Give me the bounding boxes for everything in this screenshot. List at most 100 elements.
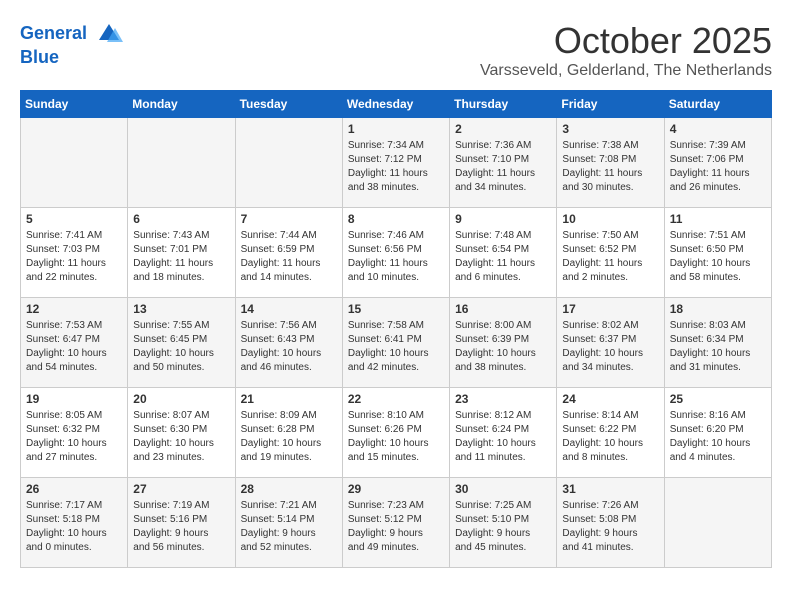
calendar-cell: 24 Sunrise: 8:14 AM Sunset: 6:22 PM Dayli… — [557, 388, 664, 478]
day-info: Sunrise: 7:25 AM Sunset: 5:10 PM Dayligh… — [455, 499, 551, 555]
day-number: 18 — [670, 302, 766, 316]
month-title: October 2025 — [480, 20, 772, 62]
day-info: Sunrise: 8:16 AM Sunset: 6:20 PM Dayligh… — [670, 409, 766, 465]
day-number: 26 — [26, 482, 122, 496]
day-info: Sunrise: 7:55 AM Sunset: 6:45 PM Dayligh… — [133, 319, 229, 375]
calendar-cell: 20Sunrise: 8:07 AM Sunset: 6:30 PM Dayli… — [128, 388, 235, 478]
day-number: 3 — [562, 122, 658, 136]
day-number: 27 — [133, 482, 229, 496]
calendar-cell — [21, 118, 128, 208]
day-info: Sunrise: 7:41 AM Sunset: 7:03 PM Dayligh… — [26, 229, 122, 285]
day-info: Sunrise: 7:23 AM Sunset: 5:12 PM Dayligh… — [348, 499, 444, 555]
calendar-cell: 6 Sunrise: 7:43 AM Sunset: 7:01 PM Daylig… — [128, 208, 235, 298]
location-subtitle: Varsseveld, Gelderland, The Netherlands — [480, 62, 772, 80]
calendar-cell: 27 Sunrise: 7:19 AM Sunset: 5:16 PM Dayli… — [128, 478, 235, 568]
calendar-week-row: 12Sunrise: 7:53 AM Sunset: 6:47 PM Dayli… — [21, 298, 772, 388]
day-info: Sunrise: 7:50 AM Sunset: 6:52 PM Dayligh… — [562, 229, 658, 285]
calendar-cell: 1 Sunrise: 7:34 AM Sunset: 7:12 PM Daylig… — [342, 118, 449, 208]
calendar-cell: 26 Sunrise: 7:17 AM Sunset: 5:18 PM Dayli… — [21, 478, 128, 568]
day-number: 24 — [562, 392, 658, 406]
title-block: October 2025 Varsseveld, Gelderland, The… — [480, 20, 772, 80]
logo: General Blue — [20, 20, 123, 68]
calendar-cell: 16Sunrise: 8:00 AM Sunset: 6:39 PM Dayli… — [450, 298, 557, 388]
calendar-cell: 10 Sunrise: 7:50 AM Sunset: 6:52 PM Dayli… — [557, 208, 664, 298]
day-info: Sunrise: 7:17 AM Sunset: 5:18 PM Dayligh… — [26, 499, 122, 555]
header-saturday: Saturday — [664, 91, 771, 118]
calendar-cell: 28 Sunrise: 7:21 AM Sunset: 5:14 PM Dayli… — [235, 478, 342, 568]
day-info: Sunrise: 7:58 AM Sunset: 6:41 PM Dayligh… — [348, 319, 444, 375]
day-number: 31 — [562, 482, 658, 496]
day-number: 1 — [348, 122, 444, 136]
day-info: Sunrise: 7:46 AM Sunset: 6:56 PM Dayligh… — [348, 229, 444, 285]
calendar-cell: 14 Sunrise: 7:56 AM Sunset: 6:43 PM Dayli… — [235, 298, 342, 388]
day-number: 23 — [455, 392, 551, 406]
day-info: Sunrise: 7:26 AM Sunset: 5:08 PM Dayligh… — [562, 499, 658, 555]
day-number: 19 — [26, 392, 122, 406]
day-info: Sunrise: 8:14 AM Sunset: 6:22 PM Dayligh… — [562, 409, 658, 465]
day-number: 20 — [133, 392, 229, 406]
calendar-cell — [664, 478, 771, 568]
day-info: Sunrise: 8:12 AM Sunset: 6:24 PM Dayligh… — [455, 409, 551, 465]
day-number: 13 — [133, 302, 229, 316]
calendar-header-row: SundayMondayTuesdayWednesdayThursdayFrid… — [21, 91, 772, 118]
header-sunday: Sunday — [21, 91, 128, 118]
logo-blue: Blue — [20, 48, 123, 68]
calendar-cell — [128, 118, 235, 208]
calendar-cell: 2 Sunrise: 7:36 AM Sunset: 7:10 PM Daylig… — [450, 118, 557, 208]
calendar-cell: 8 Sunrise: 7:46 AM Sunset: 6:56 PM Daylig… — [342, 208, 449, 298]
calendar-cell: 5Sunrise: 7:41 AM Sunset: 7:03 PM Daylig… — [21, 208, 128, 298]
calendar-cell: 3 Sunrise: 7:38 AM Sunset: 7:08 PM Daylig… — [557, 118, 664, 208]
day-info: Sunrise: 7:43 AM Sunset: 7:01 PM Dayligh… — [133, 229, 229, 285]
day-number: 25 — [670, 392, 766, 406]
day-info: Sunrise: 7:48 AM Sunset: 6:54 PM Dayligh… — [455, 229, 551, 285]
day-info: Sunrise: 7:19 AM Sunset: 5:16 PM Dayligh… — [133, 499, 229, 555]
header-tuesday: Tuesday — [235, 91, 342, 118]
day-info: Sunrise: 8:05 AM Sunset: 6:32 PM Dayligh… — [26, 409, 122, 465]
day-info: Sunrise: 8:10 AM Sunset: 6:26 PM Dayligh… — [348, 409, 444, 465]
calendar-cell: 12Sunrise: 7:53 AM Sunset: 6:47 PM Dayli… — [21, 298, 128, 388]
day-number: 28 — [241, 482, 337, 496]
day-number: 30 — [455, 482, 551, 496]
calendar-cell: 23 Sunrise: 8:12 AM Sunset: 6:24 PM Dayli… — [450, 388, 557, 478]
calendar-week-row: 19 Sunrise: 8:05 AM Sunset: 6:32 PM Dayli… — [21, 388, 772, 478]
day-info: Sunrise: 8:03 AM Sunset: 6:34 PM Dayligh… — [670, 319, 766, 375]
day-number: 10 — [562, 212, 658, 226]
header-friday: Friday — [557, 91, 664, 118]
day-number: 11 — [670, 212, 766, 226]
day-info: Sunrise: 8:00 AM Sunset: 6:39 PM Dayligh… — [455, 319, 551, 375]
day-info: Sunrise: 7:38 AM Sunset: 7:08 PM Dayligh… — [562, 139, 658, 195]
calendar-cell: 30 Sunrise: 7:25 AM Sunset: 5:10 PM Dayli… — [450, 478, 557, 568]
day-info: Sunrise: 7:34 AM Sunset: 7:12 PM Dayligh… — [348, 139, 444, 195]
calendar-week-row: 5Sunrise: 7:41 AM Sunset: 7:03 PM Daylig… — [21, 208, 772, 298]
calendar-cell: 9 Sunrise: 7:48 AM Sunset: 6:54 PM Daylig… — [450, 208, 557, 298]
day-number: 8 — [348, 212, 444, 226]
calendar-cell: 22 Sunrise: 8:10 AM Sunset: 6:26 PM Dayli… — [342, 388, 449, 478]
day-info: Sunrise: 7:44 AM Sunset: 6:59 PM Dayligh… — [241, 229, 337, 285]
day-info: Sunrise: 7:56 AM Sunset: 6:43 PM Dayligh… — [241, 319, 337, 375]
calendar-cell: 17Sunrise: 8:02 AM Sunset: 6:37 PM Dayli… — [557, 298, 664, 388]
calendar-week-row: 1 Sunrise: 7:34 AM Sunset: 7:12 PM Daylig… — [21, 118, 772, 208]
day-number: 2 — [455, 122, 551, 136]
day-number: 6 — [133, 212, 229, 226]
calendar-week-row: 26 Sunrise: 7:17 AM Sunset: 5:18 PM Dayli… — [21, 478, 772, 568]
day-number: 17 — [562, 302, 658, 316]
header-thursday: Thursday — [450, 91, 557, 118]
page-header: General Blue October 2025 Varsseveld, Ge… — [20, 20, 772, 80]
day-number: 7 — [241, 212, 337, 226]
day-number: 12 — [26, 302, 122, 316]
calendar-cell: 7 Sunrise: 7:44 AM Sunset: 6:59 PM Daylig… — [235, 208, 342, 298]
day-info: Sunrise: 7:21 AM Sunset: 5:14 PM Dayligh… — [241, 499, 337, 555]
day-number: 22 — [348, 392, 444, 406]
day-info: Sunrise: 7:51 AM Sunset: 6:50 PM Dayligh… — [670, 229, 766, 285]
calendar-cell: 19 Sunrise: 8:05 AM Sunset: 6:32 PM Dayli… — [21, 388, 128, 478]
calendar-cell: 15 Sunrise: 7:58 AM Sunset: 6:41 PM Dayli… — [342, 298, 449, 388]
calendar-cell — [235, 118, 342, 208]
day-info: Sunrise: 7:36 AM Sunset: 7:10 PM Dayligh… — [455, 139, 551, 195]
day-number: 15 — [348, 302, 444, 316]
day-number: 9 — [455, 212, 551, 226]
day-info: Sunrise: 8:09 AM Sunset: 6:28 PM Dayligh… — [241, 409, 337, 465]
day-number: 14 — [241, 302, 337, 316]
calendar-table: SundayMondayTuesdayWednesdayThursdayFrid… — [20, 90, 772, 568]
day-number: 29 — [348, 482, 444, 496]
calendar-cell: 4Sunrise: 7:39 AM Sunset: 7:06 PM Daylig… — [664, 118, 771, 208]
